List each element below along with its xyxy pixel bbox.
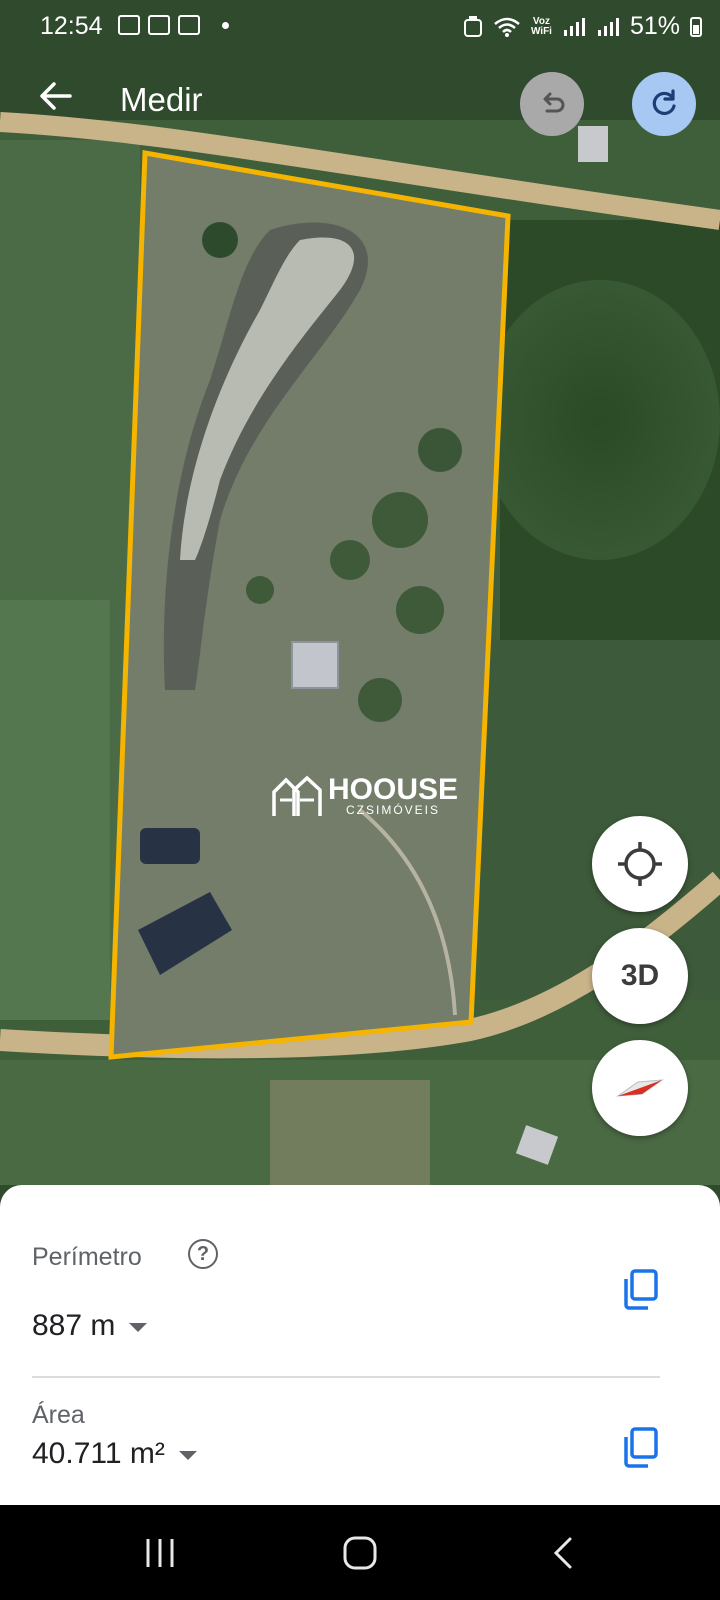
status-time: 12:54 [40,12,103,40]
wifi-icon [494,17,520,37]
copy-area-button[interactable] [620,1425,660,1469]
undo-icon [543,92,565,113]
status-right: Voz WiFi 51% [463,12,702,41]
copy-perimeter-button[interactable] [620,1267,660,1311]
battery-icon [690,16,702,37]
watermark-logo: HOOUSE CZSIMÓVEIS [270,772,458,820]
notification-icons [118,15,229,35]
page-title: Medir [120,81,203,118]
area-label: Área [32,1401,85,1429]
help-icon[interactable]: ? [188,1239,218,1269]
status-bar: 12:54 Voz WiFi 51% [0,0,720,54]
recycle-icon [463,15,482,37]
3d-toggle-button[interactable]: 3D [592,928,688,1024]
perimeter-label: Perímetro [32,1243,142,1271]
redo-button[interactable] [632,72,696,136]
home-icon[interactable] [342,1535,378,1571]
measurement-sheet: Perímetro ? 887 m Área 40.711 m² [0,1185,720,1505]
chevron-down-icon [129,1322,148,1332]
copy-icon [624,1427,658,1468]
voicemail-icon [148,15,170,35]
undo-button[interactable] [520,72,584,136]
watermark-brand: HOOUSE [328,773,459,806]
compass-icon [616,1079,664,1097]
perimeter-value-dropdown[interactable]: 887 m [32,1309,148,1343]
area-value: 40.711 m² [32,1437,165,1470]
back-nav-icon[interactable] [550,1535,574,1571]
more-notifications-icon [222,21,229,29]
copy-icon [624,1269,658,1310]
my-location-button[interactable] [592,816,688,912]
house-logo-icon [272,775,322,816]
recent-apps-icon[interactable] [142,1535,178,1571]
battery-percent: 51% [629,12,680,40]
voz-wifi-label: Voz WiFi [530,15,552,37]
divider [32,1376,660,1378]
system-nav-bar [0,1505,720,1600]
crosshair-icon [618,842,662,886]
voicemail-icon [178,15,200,35]
arrow-back-icon [40,82,72,110]
perimeter-value: 887 m [32,1309,116,1342]
redo-icon [652,89,676,116]
back-button[interactable] [34,78,78,122]
area-value-dropdown[interactable]: 40.711 m² [32,1437,197,1471]
signal-icon [563,17,585,36]
gallery-icon [118,15,140,35]
signal-icon [597,17,619,36]
chevron-down-icon [178,1450,197,1460]
watermark-sub: CZSIMÓVEIS [346,803,441,817]
compass-button[interactable] [592,1040,688,1136]
